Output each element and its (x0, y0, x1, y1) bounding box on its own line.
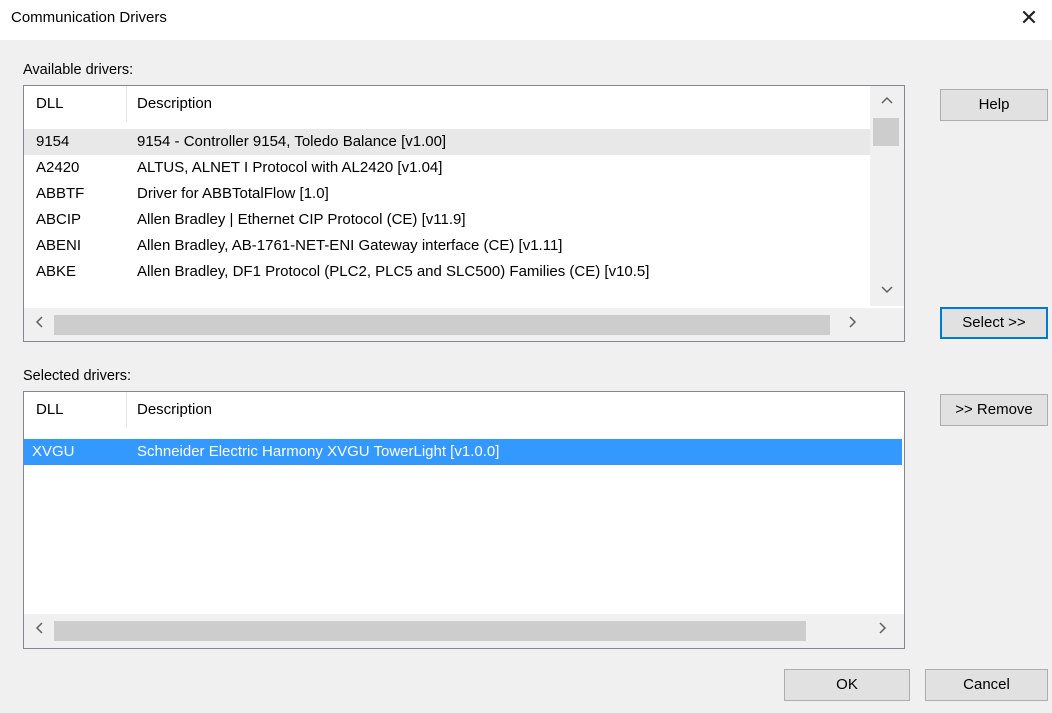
row-description: Driver for ABBTotalFlow [1.0] (137, 185, 329, 202)
scrollbar-thumb[interactable] (54, 315, 830, 335)
chevron-left-icon[interactable] (28, 620, 50, 642)
row-dll: ABENI (36, 237, 82, 254)
table-row[interactable]: A2420 ALTUS, ALNET I Protocol with AL242… (24, 155, 870, 181)
column-header-description[interactable]: Description (137, 401, 212, 418)
row-dll: ABKE (36, 263, 77, 280)
cancel-button[interactable]: Cancel (925, 669, 1048, 701)
chevron-right-icon[interactable] (872, 620, 894, 642)
column-header-dll[interactable]: DLL (36, 401, 64, 418)
row-description: ALTUS, ALNET I Protocol with AL2420 [v1.… (137, 159, 443, 176)
help-button[interactable]: Help (940, 89, 1048, 121)
selected-drivers-list[interactable]: DLL Description XVGU Schneider Electric … (23, 391, 905, 649)
chevron-left-icon[interactable] (28, 314, 50, 336)
select-button[interactable]: Select >> (940, 307, 1048, 339)
scrollbar-thumb[interactable] (54, 621, 806, 641)
title-bar: Communication Drivers ✕ (0, 0, 1052, 40)
row-description: Schneider Electric Harmony XVGU TowerLig… (137, 443, 500, 460)
available-drivers-list[interactable]: DLL Description 9154 9154 - Controller 9… (23, 85, 905, 342)
table-row[interactable]: ABBTF Driver for ABBTotalFlow [1.0] (24, 181, 870, 207)
column-divider[interactable] (126, 392, 127, 428)
row-description: Allen Bradley | Ethernet CIP Protocol (C… (137, 211, 466, 228)
scrollbar-thumb[interactable] (873, 118, 899, 146)
chevron-down-icon[interactable] (876, 280, 898, 302)
selected-list-header: DLL Description (24, 392, 904, 428)
column-header-description[interactable]: Description (137, 95, 212, 112)
ok-button[interactable]: OK (784, 669, 910, 701)
table-row[interactable]: ABENI Allen Bradley, AB-1761-NET-ENI Gat… (24, 233, 870, 259)
horizontal-scrollbar[interactable] (24, 614, 904, 648)
column-header-dll[interactable]: DLL (36, 95, 64, 112)
row-dll: A2420 (36, 159, 80, 176)
chevron-up-icon[interactable] (876, 90, 898, 112)
remove-button[interactable]: >> Remove (940, 394, 1048, 426)
row-dll: 9154 (36, 133, 70, 150)
close-icon: ✕ (1019, 6, 1039, 31)
table-row[interactable]: ABKE Allen Bradley, DF1 Protocol (PLC2, … (24, 259, 870, 285)
selected-drivers-label: Selected drivers: (23, 368, 131, 384)
row-dll: ABCIP (36, 211, 82, 228)
table-row[interactable]: XVGU Schneider Electric Harmony XVGU Tow… (24, 439, 902, 465)
close-button[interactable]: ✕ (1006, 0, 1052, 40)
window-title: Communication Drivers (11, 9, 167, 26)
row-dll: ABBTF (36, 185, 85, 202)
chevron-right-icon[interactable] (842, 314, 864, 336)
row-description: 9154 - Controller 9154, Toledo Balance [… (137, 133, 447, 150)
horizontal-scrollbar[interactable] (24, 308, 904, 341)
table-row[interactable]: 9154 9154 - Controller 9154, Toledo Bala… (24, 129, 870, 155)
table-row[interactable]: ABCIP Allen Bradley | Ethernet CIP Proto… (24, 207, 870, 233)
available-drivers-label: Available drivers: (23, 62, 134, 78)
row-description: Allen Bradley, AB-1761-NET-ENI Gateway i… (137, 237, 563, 254)
column-divider[interactable] (126, 86, 127, 122)
available-list-header: DLL Description (24, 86, 904, 122)
row-description: Allen Bradley, DF1 Protocol (PLC2, PLC5 … (137, 263, 650, 280)
row-dll: XVGU (32, 443, 75, 460)
vertical-scrollbar[interactable] (870, 86, 904, 306)
